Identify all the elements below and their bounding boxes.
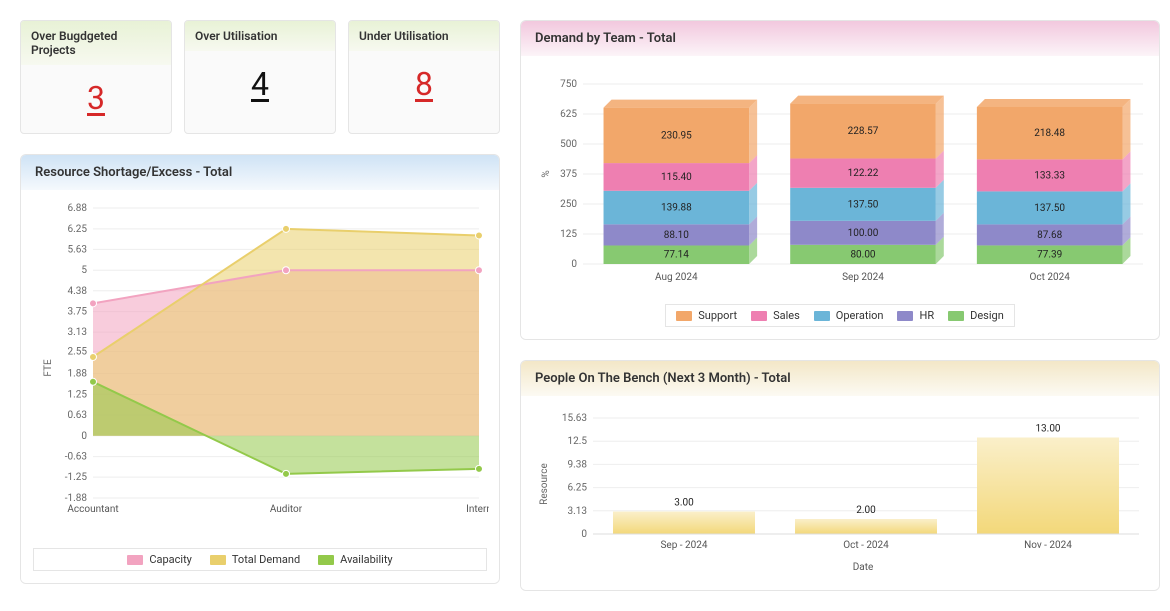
svg-text:12.5: 12.5 <box>568 436 588 447</box>
svg-text:3.00: 3.00 <box>674 498 694 509</box>
svg-text:13.00: 13.00 <box>1035 424 1060 435</box>
svg-text:9.38: 9.38 <box>568 459 588 470</box>
svg-text:139.88: 139.88 <box>661 203 692 214</box>
demand-chart-body: 750 625 500 375 250 125 0 77.14 88.10 139.88 115.… <box>521 56 1159 339</box>
svg-text:4.38: 4.38 <box>68 286 88 297</box>
svg-text:137.50: 137.50 <box>1034 203 1065 214</box>
demand-chart-svg: 750 625 500 375 250 125 0 77.14 88.10 139.88 115.… <box>533 64 1149 294</box>
dashboard: Over Bugdgeted Projects 3 Over Utilisati… <box>20 20 1150 591</box>
resource-legend: Capacity Total Demand Availability <box>33 548 487 571</box>
kpi-over-budget[interactable]: Over Bugdgeted Projects 3 <box>20 20 172 134</box>
panel-title: Demand by Team - Total <box>521 21 1159 56</box>
svg-text:Oct 2024: Oct 2024 <box>1029 272 1070 283</box>
demand-legend: Support Sales Operation HR Design <box>665 304 1015 327</box>
svg-text:125: 125 <box>560 229 577 240</box>
svg-text:0: 0 <box>581 529 587 540</box>
svg-text:1.88: 1.88 <box>68 369 88 380</box>
svg-text:3.75: 3.75 <box>68 307 88 318</box>
kpi-value: 8 <box>349 51 499 119</box>
svg-text:77.14: 77.14 <box>664 250 689 261</box>
panel-title: People On The Bench (Next 3 Month) - Tot… <box>521 361 1159 396</box>
right-column: Demand by Team - Total 750 625 500 375 250 12… <box>520 20 1160 591</box>
svg-text:88.10: 88.10 <box>664 230 689 241</box>
legend-item: Operation <box>814 309 884 322</box>
y-axis-label: Resource <box>539 463 550 505</box>
svg-text:3.13: 3.13 <box>568 506 588 517</box>
svg-text:6.25: 6.25 <box>568 483 588 494</box>
svg-text:122.22: 122.22 <box>848 168 879 179</box>
svg-text:Sep 2024: Sep 2024 <box>842 272 884 283</box>
svg-text:1.25: 1.25 <box>68 389 88 400</box>
kpi-value: 3 <box>21 65 171 133</box>
svg-text:77.39: 77.39 <box>1037 250 1062 261</box>
x-axis-label: Date <box>853 562 874 573</box>
left-column: Over Bugdgeted Projects 3 Over Utilisati… <box>20 20 500 591</box>
legend-item: Support <box>676 309 737 322</box>
svg-text:0: 0 <box>81 431 87 442</box>
y-axis-label: % <box>541 170 552 177</box>
svg-text:-1.88: -1.88 <box>65 493 88 504</box>
kpi-label: Over Bugdgeted Projects <box>21 21 171 65</box>
legend-item: HR <box>897 309 934 322</box>
svg-text:133.33: 133.33 <box>1034 170 1065 181</box>
demand-chart-panel: Demand by Team - Total 750 625 500 375 250 12… <box>520 20 1160 340</box>
svg-text:228.57: 228.57 <box>848 126 879 137</box>
svg-text:115.40: 115.40 <box>661 172 692 183</box>
svg-text:500: 500 <box>560 139 577 150</box>
svg-text:625: 625 <box>560 109 577 120</box>
svg-text:87.68: 87.68 <box>1037 230 1062 241</box>
svg-text:6.25: 6.25 <box>68 224 88 235</box>
svg-text:0.63: 0.63 <box>68 410 88 421</box>
svg-text:Nov - 2024: Nov - 2024 <box>1024 540 1072 551</box>
svg-text:Auditor: Auditor <box>270 504 303 515</box>
svg-text:Intern: Intern <box>466 504 489 515</box>
svg-text:-0.63: -0.63 <box>65 452 87 463</box>
legend-item: Availability <box>318 553 392 566</box>
svg-text:230.95: 230.95 <box>661 130 692 141</box>
legend-item: Total Demand <box>210 553 300 566</box>
resource-chart-panel: Resource Shortage/Excess - Total 6.88 6.2… <box>20 154 500 584</box>
kpi-label: Over Utilisation <box>185 21 335 51</box>
svg-text:6.88: 6.88 <box>68 203 88 214</box>
svg-text:2.00: 2.00 <box>856 505 876 516</box>
svg-text:Accountant: Accountant <box>67 504 118 515</box>
bench-chart-body: 15.63 12.5 9.38 6.25 3.13 0 3.00 2.00 13.00 Sep… <box>521 396 1159 590</box>
legend-item: Design <box>948 309 1004 322</box>
legend-item: Sales <box>751 309 800 322</box>
svg-text:80.00: 80.00 <box>850 249 875 260</box>
resource-chart-body: 6.88 6.25 5.63 5 4.38 3.75 3.13 2.55 1.88 1.25 0.6… <box>21 190 499 583</box>
kpi-row: Over Bugdgeted Projects 3 Over Utilisati… <box>20 20 500 134</box>
y-axis-label: FTE <box>43 359 54 377</box>
kpi-value: 4 <box>185 51 335 119</box>
svg-text:5: 5 <box>81 265 87 276</box>
kpi-over-utilisation[interactable]: Over Utilisation 4 <box>184 20 336 134</box>
svg-text:750: 750 <box>560 79 577 90</box>
panel-title: Resource Shortage/Excess - Total <box>21 155 499 190</box>
svg-text:137.50: 137.50 <box>848 199 879 210</box>
svg-text:Sep - 2024: Sep - 2024 <box>660 540 707 551</box>
kpi-under-utilisation[interactable]: Under Utilisation 8 <box>348 20 500 134</box>
svg-text:250: 250 <box>560 199 577 210</box>
svg-text:100.00: 100.00 <box>848 228 879 239</box>
svg-text:2.55: 2.55 <box>68 346 88 357</box>
legend-item: Capacity <box>127 553 192 566</box>
svg-text:0: 0 <box>571 259 577 270</box>
svg-text:375: 375 <box>560 169 577 180</box>
kpi-label: Under Utilisation <box>349 21 499 51</box>
svg-text:218.48: 218.48 <box>1034 128 1065 139</box>
svg-text:Oct - 2024: Oct - 2024 <box>843 540 889 551</box>
bench-chart-svg: 15.63 12.5 9.38 6.25 3.13 0 3.00 2.00 13.00 Sep… <box>533 404 1149 574</box>
resource-chart-svg: 6.88 6.25 5.63 5 4.38 3.75 3.13 2.55 1.88 1.25 0.6… <box>33 198 489 538</box>
svg-text:3.13: 3.13 <box>68 327 88 338</box>
bench-chart-panel: People On The Bench (Next 3 Month) - Tot… <box>520 360 1160 591</box>
svg-text:15.63: 15.63 <box>562 413 587 424</box>
svg-text:5.63: 5.63 <box>68 244 88 255</box>
svg-text:Aug 2024: Aug 2024 <box>655 272 698 283</box>
svg-text:-1.25: -1.25 <box>65 472 88 483</box>
